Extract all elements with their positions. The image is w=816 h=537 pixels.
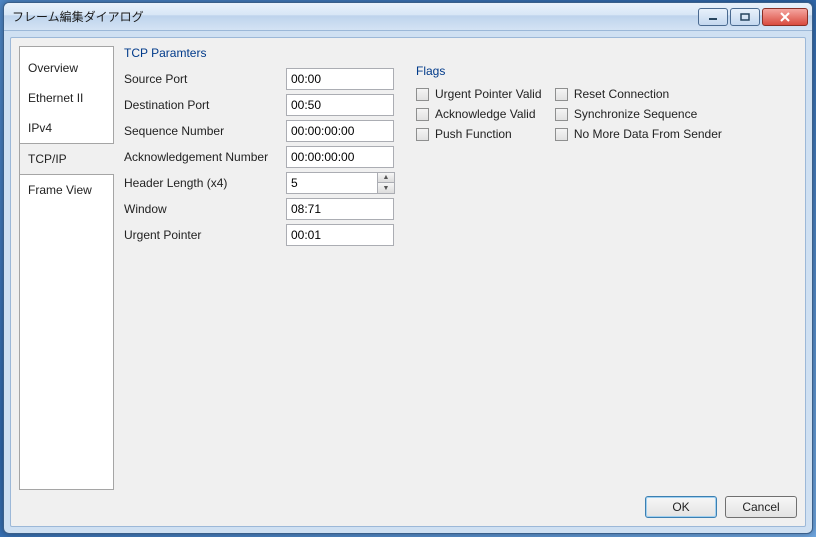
check-label: Acknowledge Valid (435, 107, 536, 121)
spin-up-button[interactable]: ▲ (378, 173, 394, 183)
label-source-port: Source Port (124, 72, 286, 86)
minimize-icon (708, 13, 718, 21)
check-reset-connection[interactable]: Reset Connection (555, 84, 722, 104)
tcp-panel: TCP Paramters Source Port Destination Po… (120, 46, 797, 490)
flags-group: Urgent Pointer Valid Acknowledge Valid P… (416, 84, 722, 144)
minimize-button[interactable] (698, 8, 728, 26)
check-no-more-data[interactable]: No More Data From Sender (555, 124, 722, 144)
close-button[interactable] (762, 8, 808, 26)
tab-ipv4[interactable]: IPv4 (20, 113, 113, 143)
group-label-flags: Flags (416, 64, 445, 78)
input-destination-port[interactable] (286, 94, 394, 116)
input-window[interactable] (286, 198, 394, 220)
check-label: Urgent Pointer Valid (435, 87, 542, 101)
checkbox-icon (555, 88, 568, 101)
check-label: Push Function (435, 127, 512, 141)
input-ack-number[interactable] (286, 146, 394, 168)
flags-col-left: Urgent Pointer Valid Acknowledge Valid P… (416, 84, 542, 144)
close-icon (779, 12, 791, 22)
check-acknowledge-valid[interactable]: Acknowledge Valid (416, 104, 542, 124)
checkbox-icon (416, 108, 429, 121)
row-header-length: Header Length (x4) ▲ ▼ (124, 172, 395, 194)
flags-col-right: Reset Connection Synchronize Sequence No… (555, 84, 722, 144)
group-label-tcp: TCP Paramters (124, 46, 206, 60)
row-window: Window (124, 198, 394, 220)
tab-list: Overview Ethernet II IPv4 TCP/IP Frame V… (19, 46, 114, 490)
row-ack-number: Acknowledgement Number (124, 146, 394, 168)
dialog-window: フレーム編集ダイアログ Overview Ethernet II IPv4 (3, 2, 813, 534)
ok-button[interactable]: OK (645, 496, 717, 518)
checkbox-icon (416, 88, 429, 101)
spin-down-button[interactable]: ▼ (378, 183, 394, 193)
label-header-length: Header Length (x4) (124, 176, 286, 190)
input-source-port[interactable] (286, 68, 394, 90)
maximize-icon (740, 13, 750, 21)
tab-ethernet[interactable]: Ethernet II (20, 83, 113, 113)
row-source-port: Source Port (124, 68, 394, 90)
checkbox-icon (416, 128, 429, 141)
window-buttons (698, 8, 808, 26)
tab-tcpip[interactable]: TCP/IP (20, 143, 114, 175)
label-sequence-number: Sequence Number (124, 124, 286, 138)
check-label: Reset Connection (574, 87, 669, 101)
check-urgent-pointer-valid[interactable]: Urgent Pointer Valid (416, 84, 542, 104)
check-label: Synchronize Sequence (574, 107, 697, 121)
window-title: フレーム編集ダイアログ (12, 8, 698, 25)
maximize-button[interactable] (730, 8, 760, 26)
input-header-length[interactable] (286, 172, 377, 194)
tab-overview[interactable]: Overview (20, 53, 113, 83)
input-urgent-pointer[interactable] (286, 224, 394, 246)
check-synchronize-sequence[interactable]: Synchronize Sequence (555, 104, 722, 124)
spinner-header-length: ▲ ▼ (286, 172, 395, 194)
cancel-button[interactable]: Cancel (725, 496, 797, 518)
label-window: Window (124, 202, 286, 216)
check-label: No More Data From Sender (574, 127, 722, 141)
check-push-function[interactable]: Push Function (416, 124, 542, 144)
client-area: Overview Ethernet II IPv4 TCP/IP Frame V… (10, 37, 806, 527)
input-sequence-number[interactable] (286, 120, 394, 142)
title-bar: フレーム編集ダイアログ (4, 3, 812, 31)
tab-frameview[interactable]: Frame View (20, 175, 113, 205)
label-urgent-pointer: Urgent Pointer (124, 228, 286, 242)
row-urgent-pointer: Urgent Pointer (124, 224, 394, 246)
spinner-buttons: ▲ ▼ (377, 172, 395, 194)
label-destination-port: Destination Port (124, 98, 286, 112)
row-sequence-number: Sequence Number (124, 120, 394, 142)
checkbox-icon (555, 108, 568, 121)
row-destination-port: Destination Port (124, 94, 394, 116)
dialog-buttons: OK Cancel (19, 490, 797, 518)
checkbox-icon (555, 128, 568, 141)
label-ack-number: Acknowledgement Number (124, 150, 286, 164)
